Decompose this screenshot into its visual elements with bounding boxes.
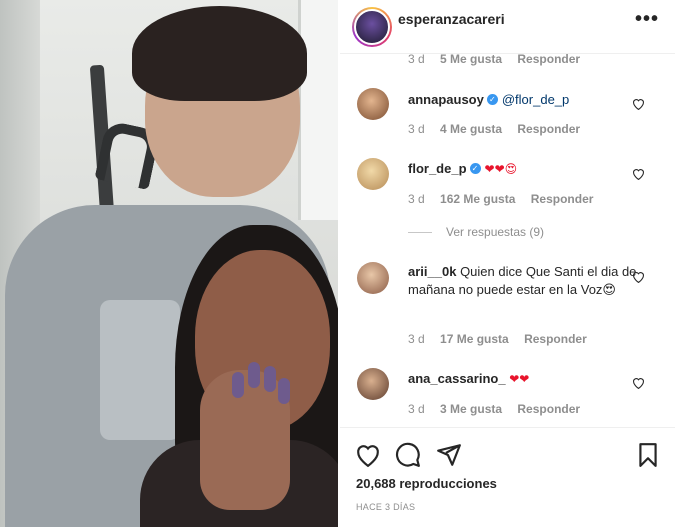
comment-meta: 3 d 4 Me gusta Responder [408, 122, 580, 136]
comment-text: ❤❤ [509, 372, 530, 386]
reply-button[interactable]: Responder [517, 122, 580, 136]
view-replies-button[interactable]: Ver respuestas (9) [446, 225, 544, 239]
post-date[interactable]: HACE 3 DÍAS [356, 502, 415, 512]
shirt-print [100, 300, 180, 440]
replies-divider [408, 232, 432, 233]
commenter-username[interactable]: flor_de_p [408, 161, 467, 176]
girl-hand [200, 370, 290, 510]
comment-body: arii__0k Quien dice Que Santi el dia de … [408, 263, 638, 299]
nail [278, 378, 290, 404]
comment-meta: 3 d 3 Me gusta Responder [408, 402, 580, 416]
header-username[interactable]: esperanzacareri [398, 11, 505, 27]
commenter-avatar[interactable] [357, 88, 389, 120]
comment-likes[interactable]: 17 Me gusta [440, 332, 509, 346]
comment-icon[interactable] [395, 442, 421, 468]
comment-meta: 3 d 162 Me gusta Responder [408, 192, 593, 206]
comment-time: 3 d [408, 52, 425, 66]
reply-button[interactable]: Responder [517, 402, 580, 416]
commenter-avatar[interactable] [357, 158, 389, 190]
bookmark-icon[interactable] [635, 442, 661, 468]
background-window [298, 0, 338, 220]
comment-text: ❤❤😍 [484, 162, 518, 176]
heart-icon[interactable] [355, 442, 381, 468]
reply-button[interactable]: Responder [524, 332, 587, 346]
send-icon[interactable] [436, 442, 462, 468]
comment-likes[interactable]: 5 Me gusta [440, 52, 502, 66]
comment-likes[interactable]: 4 Me gusta [440, 122, 502, 136]
nail [232, 372, 244, 398]
reply-button[interactable]: Responder [531, 192, 594, 206]
nail [264, 366, 276, 392]
comment-meta: 3 d 5 Me gusta Responder [408, 52, 580, 66]
more-options-icon[interactable]: ••• [635, 8, 659, 31]
comment-body: flor_de_p ✓ ❤❤😍 [408, 160, 638, 178]
comment-like-icon[interactable] [632, 271, 645, 283]
view-count[interactable]: 20,688 reproducciones [356, 476, 497, 491]
comment-like-icon[interactable] [632, 377, 645, 389]
commenter-avatar[interactable] [357, 368, 389, 400]
comment-body: annapausoy ✓ @flor_de_p [408, 91, 638, 109]
commenter-username[interactable]: annapausoy [408, 92, 484, 107]
reply-button[interactable]: Responder [517, 52, 580, 66]
commenter-username[interactable]: arii__0k [408, 264, 456, 279]
video-player[interactable] [0, 0, 338, 527]
comment-like-icon[interactable] [632, 98, 645, 110]
comment-likes[interactable]: 3 Me gusta [440, 402, 502, 416]
comment-likes[interactable]: 162 Me gusta [440, 192, 515, 206]
boy-hair [132, 6, 307, 101]
post-panel: esperanzacareri ••• 3 d 5 Me gusta Respo… [340, 0, 675, 527]
post-actions: 20,688 reproducciones HACE 3 DÍAS [340, 427, 675, 527]
comment-body: ana_cassarino_ ❤❤ [408, 370, 638, 388]
commenter-username[interactable]: ana_cassarino_ [408, 371, 506, 386]
header-avatar[interactable] [352, 7, 392, 47]
post-header: esperanzacareri ••• [340, 0, 675, 54]
commenter-avatar[interactable] [357, 262, 389, 294]
comment-time: 3 d [408, 332, 425, 346]
comment-time: 3 d [408, 402, 425, 416]
comment-like-icon[interactable] [632, 168, 645, 180]
verified-badge-icon: ✓ [469, 163, 481, 175]
comment-mention[interactable]: @flor_de_p [502, 92, 569, 107]
comment-meta: 3 d 17 Me gusta Responder [408, 332, 587, 346]
comment-time: 3 d [408, 122, 425, 136]
verified-badge-icon: ✓ [486, 94, 498, 106]
comment-time: 3 d [408, 192, 425, 206]
nail [248, 362, 260, 388]
